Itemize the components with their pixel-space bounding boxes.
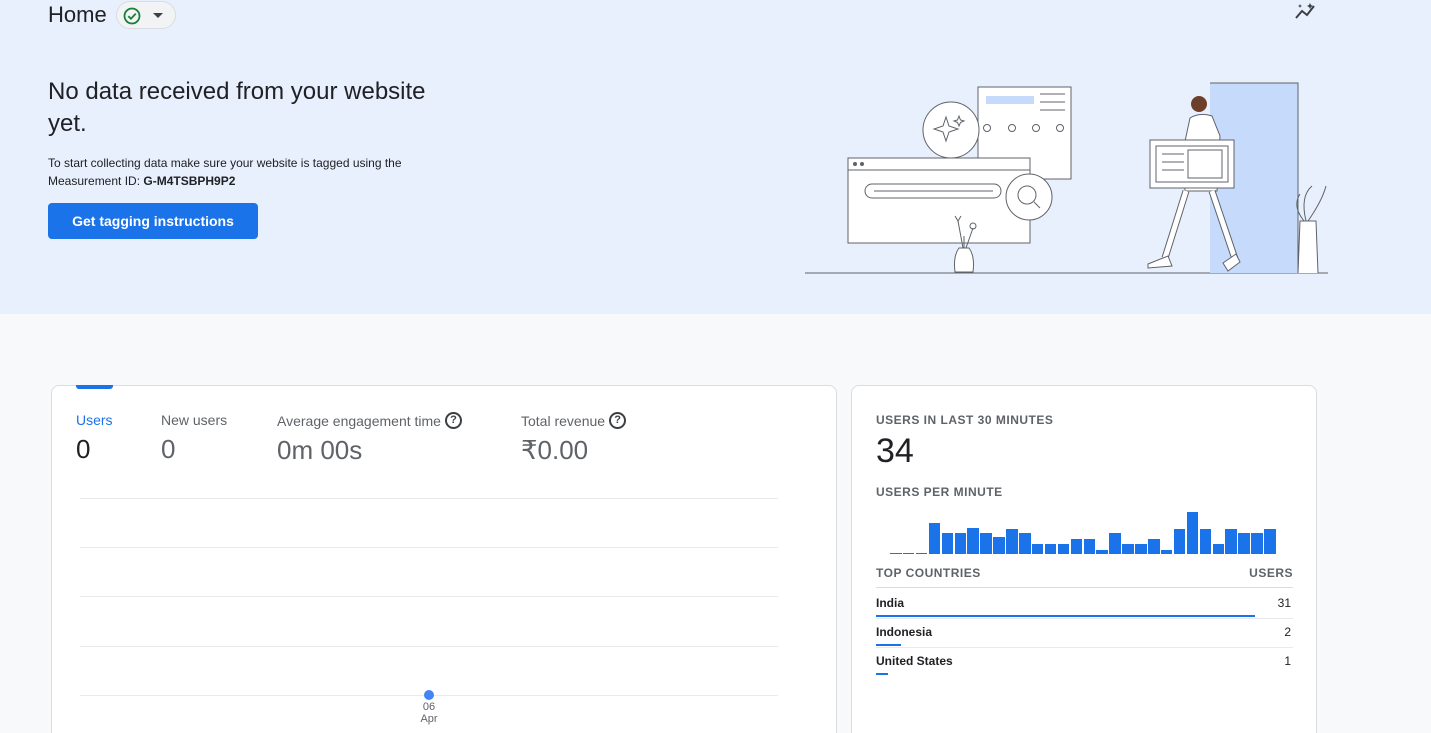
minute-bar[interactable] [1251, 533, 1263, 554]
data-collection-status-dropdown[interactable] [116, 1, 176, 29]
realtime-card: USERS IN LAST 30 MINUTES 34 USERS PER MI… [851, 385, 1317, 733]
users-per-minute-bar-chart [890, 504, 1280, 554]
country-share-bar [876, 644, 901, 646]
divider [876, 587, 1293, 588]
website-illustration [805, 82, 1328, 274]
metric-label: Average engagement time [277, 412, 441, 429]
get-tagging-instructions-button[interactable]: Get tagging instructions [48, 203, 258, 239]
metric-value: ₹0.00 [521, 435, 589, 465]
minute-bar[interactable] [1057, 543, 1070, 554]
chart-gridline [80, 547, 778, 548]
minute-bar[interactable] [1264, 528, 1276, 554]
country-name: Indonesia [876, 625, 933, 639]
chart-data-point[interactable] [424, 690, 434, 700]
minute-bar[interactable] [928, 522, 941, 554]
check-circle-icon [123, 7, 141, 25]
minute-bar[interactable] [1019, 533, 1031, 554]
metric-label: Total revenue [521, 412, 606, 429]
minute-bar[interactable] [1044, 543, 1057, 554]
tick-day: 06 [422, 701, 436, 713]
users-line-chart: 06 Apr [80, 498, 780, 733]
country-row-united-states[interactable]: United States 1 [876, 648, 1293, 677]
help-icon[interactable]: ? [444, 412, 462, 429]
metric-label-row: Average engagement time ? [277, 412, 462, 429]
minute-bar[interactable] [954, 533, 967, 554]
country-share-bar [876, 673, 888, 675]
metric-label-row: Total revenue ? [521, 412, 627, 429]
chevron-down-icon [153, 13, 163, 18]
minute-bar[interactable] [941, 533, 954, 554]
x-axis-tick-label: 06 Apr [418, 701, 440, 725]
minute-bar[interactable] [1199, 528, 1212, 554]
country-name: India [876, 596, 905, 610]
minute-bar[interactable] [980, 533, 992, 554]
minute-bar[interactable] [1225, 528, 1237, 554]
metric-tab-total-revenue[interactable]: Total revenue ? ₹0.00 [521, 412, 627, 466]
top-countries-label: TOP COUNTRIES [876, 566, 981, 580]
metric-label: Users [76, 412, 113, 428]
metric-tab-users[interactable]: Users 0 [76, 412, 113, 465]
minute-bar[interactable] [1238, 533, 1250, 554]
users-column-label: USERS [1249, 566, 1293, 580]
minute-bar[interactable] [1135, 543, 1147, 554]
realtime-users-label: USERS IN LAST 30 MINUTES [876, 413, 1054, 427]
realtime-users-value: 34 [876, 432, 914, 470]
measurement-id: G-M4TSBPH9P2 [143, 174, 236, 188]
minute-bar[interactable] [993, 537, 1005, 554]
metric-label: New users [161, 412, 228, 428]
country-users: 2 [1284, 625, 1291, 639]
no-data-headline: No data received from your website yet. [48, 78, 426, 137]
top-countries-header: TOP COUNTRIES USERS [876, 566, 1293, 580]
chart-gridline [80, 646, 778, 647]
metric-value: 0 [161, 434, 176, 464]
active-metric-indicator [76, 385, 113, 389]
minute-bar[interactable] [1096, 549, 1108, 554]
country-name: United States [876, 654, 953, 668]
minute-bar[interactable] [902, 553, 915, 554]
tick-month: Apr [420, 713, 438, 725]
minute-bar[interactable] [915, 553, 928, 554]
country-users: 1 [1284, 654, 1291, 668]
overview-metrics-card: Users 0 New users 0 Average engagement t… [51, 385, 837, 733]
minute-bar[interactable] [1160, 549, 1173, 554]
minute-bar[interactable] [967, 527, 979, 554]
page-title: Home [48, 2, 107, 27]
minute-bar[interactable] [1109, 533, 1121, 554]
metric-value: 0 [76, 434, 91, 464]
minute-bar[interactable] [1070, 539, 1083, 554]
minute-bar[interactable] [1173, 528, 1186, 554]
chart-gridline [80, 498, 778, 499]
minute-bar[interactable] [1031, 543, 1044, 554]
minute-bar[interactable] [1186, 512, 1199, 554]
tagging-instruction-text: To start collecting data make sure your … [48, 154, 468, 190]
chart-gridline [80, 596, 778, 597]
no-data-banner: Home No data received from your website … [0, 0, 1431, 314]
minute-bar[interactable] [1212, 543, 1225, 554]
users-per-minute-label: USERS PER MINUTE [876, 485, 1003, 499]
help-icon[interactable]: ? [609, 412, 627, 429]
minute-bar[interactable] [1006, 528, 1018, 554]
country-users: 31 [1277, 596, 1291, 610]
insights-icon[interactable] [1293, 0, 1319, 22]
country-row-india[interactable]: India 31 [876, 590, 1293, 619]
country-share-bar [876, 615, 1255, 617]
minute-bar[interactable] [1122, 543, 1134, 554]
metric-tab-new-users[interactable]: New users 0 [161, 412, 227, 465]
country-row-indonesia[interactable]: Indonesia 2 [876, 619, 1293, 648]
metric-tab-average-engagement-time[interactable]: Average engagement time ? 0m 00s [277, 412, 462, 466]
metric-value: 0m 00s [277, 435, 363, 465]
minute-bar[interactable] [890, 553, 902, 554]
minute-bar[interactable] [1083, 539, 1096, 554]
minute-bar[interactable] [1148, 539, 1160, 554]
